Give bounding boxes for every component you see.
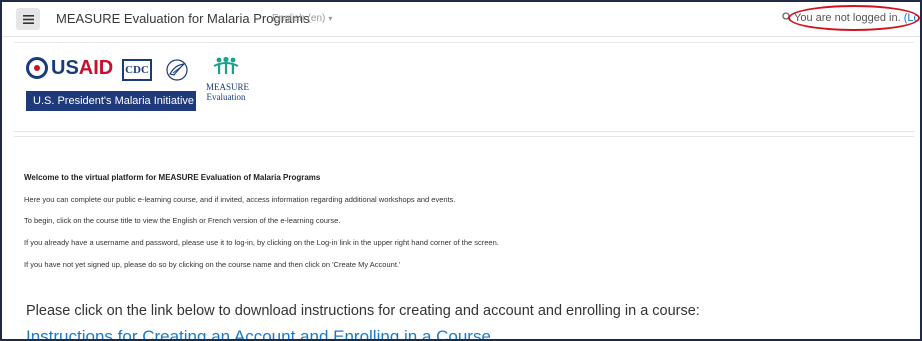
main-content: Welcome to the virtual platform for MEAS… <box>14 136 914 339</box>
welcome-heading: Welcome to the virtual platform for MEAS… <box>24 173 321 182</box>
language-selector[interactable]: English (en) ▾ <box>272 13 332 24</box>
caret-down-icon: ▾ <box>328 14 333 23</box>
search-icon[interactable] <box>782 12 792 22</box>
logo-header: USAID CDC MEASURE Evaluation U.S. Presid… <box>14 42 914 132</box>
instructions-link[interactable]: Instructions for Creating an Account and… <box>26 327 491 339</box>
browser-frame: MEASURE Evaluation for Malaria Programs … <box>0 0 922 341</box>
login-status-text: You are not logged in. <box>794 12 904 24</box>
usaid-wordmark: USAID <box>51 57 114 79</box>
intro-paragraph: If you already have a username and passw… <box>24 238 499 247</box>
measure-label: MEASURE Evaluation <box>206 82 250 102</box>
language-label: English (en) <box>272 13 326 24</box>
measure-evaluation-logo: MEASURE Evaluation <box>206 56 250 102</box>
top-navbar: MEASURE Evaluation for Malaria Programs … <box>2 2 920 37</box>
menu-button[interactable] <box>16 8 40 30</box>
login-link[interactable]: (Log in) <box>904 12 920 24</box>
cdc-logo: CDC <box>122 59 152 81</box>
intro-paragraph: If you have not yet signed up, please do… <box>24 260 401 269</box>
intro-paragraph: To begin, click on the course title to v… <box>24 216 341 225</box>
menu-icon <box>22 14 34 24</box>
people-icon <box>213 56 239 74</box>
usaid-seal-icon <box>26 57 48 79</box>
pmi-banner: U.S. President's Malaria Initiative <box>26 91 196 111</box>
download-prompt: Please click on the link below to downlo… <box>26 303 700 319</box>
login-info: You are not logged in. (Log in) <box>794 12 920 24</box>
usaid-logo: USAID <box>26 57 113 79</box>
intro-paragraph: Here you can complete our public e-learn… <box>24 195 456 204</box>
hhs-eagle-icon <box>166 59 188 81</box>
partner-logos: USAID CDC MEASURE Evaluation U.S. Presid… <box>26 56 266 121</box>
